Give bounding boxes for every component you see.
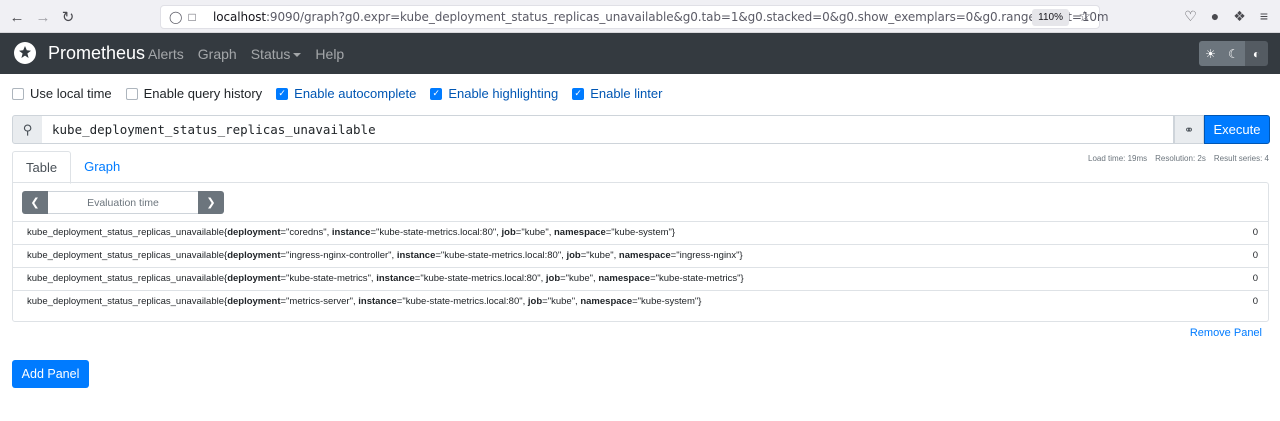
metric-name: kube_deployment_status_replicas_unavaila… (27, 273, 224, 284)
add-panel-button[interactable]: Add Panel (12, 360, 89, 388)
metric-name: kube_deployment_status_replicas_unavaila… (27, 296, 224, 307)
label-namespace: kube-system (614, 227, 669, 238)
label-namespace: kube-system (641, 296, 695, 307)
prometheus-navbar: Prometheus Alerts Graph Status Help ☀ ☾ … (0, 33, 1280, 74)
query-stats: Load time: 19ms Resolution: 2s Result se… (1088, 154, 1269, 163)
account-icon[interactable]: ● (1211, 8, 1219, 25)
url-text[interactable]: localhost:9090/graph?g0.expr=kube_deploy… (213, 10, 1109, 24)
prometheus-logo-icon[interactable] (14, 42, 36, 64)
search-icon: ⚲ (12, 115, 43, 144)
option-label: Enable linter (590, 86, 663, 101)
result-value: 0 (1252, 273, 1258, 284)
option-label: Enable autocomplete (294, 86, 417, 101)
theme-toggle-group: ☀ ☾ ◐ (1199, 41, 1268, 66)
nav-link-status-label: Status (250, 46, 291, 62)
result-value: 0 (1252, 250, 1258, 261)
tab-table[interactable]: Table (12, 151, 72, 184)
label-instance: kube-state-metrics.local:80 (444, 250, 558, 261)
pocket-icon[interactable]: ♡ (1184, 8, 1197, 25)
metrics-explorer-globe-icon[interactable]: ⚭ (1174, 115, 1204, 144)
table-row: kube_deployment_status_replicas_unavaila… (13, 290, 1268, 313)
label-namespace: ingress-nginx (679, 250, 737, 261)
url-bar[interactable]: ◯ □ localhost:9090/graph?g0.expr=kube_de… (160, 5, 1109, 29)
checkbox-enable-query-history[interactable] (125, 87, 138, 100)
checkbox-use-local-time[interactable] (12, 87, 24, 100)
evaluation-time-group: ❮ Evaluation time ❯ (22, 191, 224, 214)
nav-link-status[interactable]: Status (251, 46, 302, 62)
option-use-local-time[interactable]: Use local time (12, 86, 112, 101)
checkbox-enable-linter[interactable]: ✓ (572, 87, 585, 100)
nav-link-alerts[interactable]: Alerts (148, 46, 184, 62)
label-deployment: metrics-server (289, 296, 350, 307)
results-table: kube_deployment_status_replicas_unavaila… (13, 221, 1268, 313)
menu-icon[interactable]: ≡ (1260, 8, 1268, 25)
shield-icon[interactable]: ◯ (169, 10, 182, 24)
option-label: Enable highlighting (448, 86, 559, 101)
table-row: kube_deployment_status_replicas_unavaila… (13, 244, 1268, 267)
option-enable-highlighting[interactable]: ✓ Enable highlighting (430, 86, 558, 101)
nav-link-help[interactable]: Help (315, 46, 344, 62)
option-label: Enable query history (143, 86, 263, 101)
result-series: Result series: 4 (1213, 154, 1269, 163)
label-instance: kube-state-metrics.local:80 (379, 227, 493, 238)
label-job: kube (589, 250, 611, 261)
checkbox-enable-highlighting[interactable]: ✓ (430, 87, 443, 100)
moon-icon[interactable]: ☾ (1222, 41, 1245, 66)
browser-toolbar: ← → ↻ ◯ □ localhost:9090/graph?g0.expr=k… (0, 0, 1280, 33)
metric-name: kube_deployment_status_replicas_unavaila… (27, 227, 224, 238)
label-job: kube (551, 296, 572, 307)
metric-name: kube_deployment_status_replicas_unavaila… (27, 250, 224, 261)
chevron-right-icon[interactable]: ❯ (198, 191, 224, 214)
label-job: kube (569, 273, 590, 284)
panel-tabs: Table Graph (12, 151, 133, 184)
forward-arrow-icon[interactable]: → (32, 6, 54, 28)
query-bar: ⚲ kube_deployment_status_replicas_unavai… (12, 115, 1270, 144)
checkbox-enable-autocomplete[interactable]: ✓ (276, 87, 289, 100)
evaluation-time-input[interactable]: Evaluation time (48, 191, 198, 214)
table-row: kube_deployment_status_replicas_unavaila… (13, 221, 1268, 244)
label-deployment: ingress-nginx-controller (289, 250, 389, 261)
option-enable-query-history[interactable]: Enable query history (125, 86, 263, 101)
sun-icon[interactable]: ☀ (1199, 41, 1222, 66)
tab-graph[interactable]: Graph (71, 151, 133, 184)
table-panel: ❮ Evaluation time ❯ kube_deployment_stat… (12, 182, 1269, 322)
load-time: Load time: 19ms (1088, 154, 1148, 163)
reload-icon[interactable]: ↻ (57, 6, 79, 28)
brand-title[interactable]: Prometheus (48, 43, 145, 64)
label-deployment: coredns (289, 227, 324, 238)
table-row: kube_deployment_status_replicas_unavaila… (13, 267, 1268, 290)
zoom-level-badge[interactable]: 110% (1032, 9, 1069, 26)
label-deployment: kube-state-metrics (289, 273, 368, 284)
expression-input[interactable]: kube_deployment_status_replicas_unavaila… (42, 115, 1174, 144)
option-label: Use local time (30, 86, 112, 101)
execute-button[interactable]: Execute (1204, 115, 1270, 144)
option-enable-linter[interactable]: ✓ Enable linter (572, 86, 662, 101)
remove-panel-link[interactable]: Remove Panel (1190, 327, 1262, 339)
query-options: Use local time Enable query history ✓ En… (12, 86, 662, 101)
url-host: localhost (213, 10, 266, 24)
chevron-left-icon[interactable]: ❮ (22, 191, 48, 214)
option-enable-autocomplete[interactable]: ✓ Enable autocomplete (276, 86, 416, 101)
label-job: kube (524, 227, 546, 238)
extensions-icon[interactable]: ❖ (1233, 8, 1246, 25)
nav-link-graph[interactable]: Graph (198, 46, 237, 62)
label-namespace: kube-state-metrics (659, 273, 738, 284)
contrast-icon[interactable]: ◐ (1245, 41, 1268, 66)
label-instance: kube-state-metrics.local:80 (405, 296, 520, 307)
label-instance: kube-state-metrics.local:80 (423, 273, 538, 284)
back-arrow-icon[interactable]: ← (6, 6, 28, 28)
chevron-down-icon (293, 53, 302, 58)
result-value: 0 (1252, 227, 1258, 238)
bookmark-star-icon[interactable]: ☆ (1078, 8, 1091, 25)
page-icon[interactable]: □ (188, 10, 195, 24)
url-path: :9090/graph?g0.expr=kube_deployment_stat… (265, 10, 1109, 24)
resolution: Resolution: 2s (1155, 154, 1206, 163)
result-value: 0 (1252, 296, 1258, 307)
